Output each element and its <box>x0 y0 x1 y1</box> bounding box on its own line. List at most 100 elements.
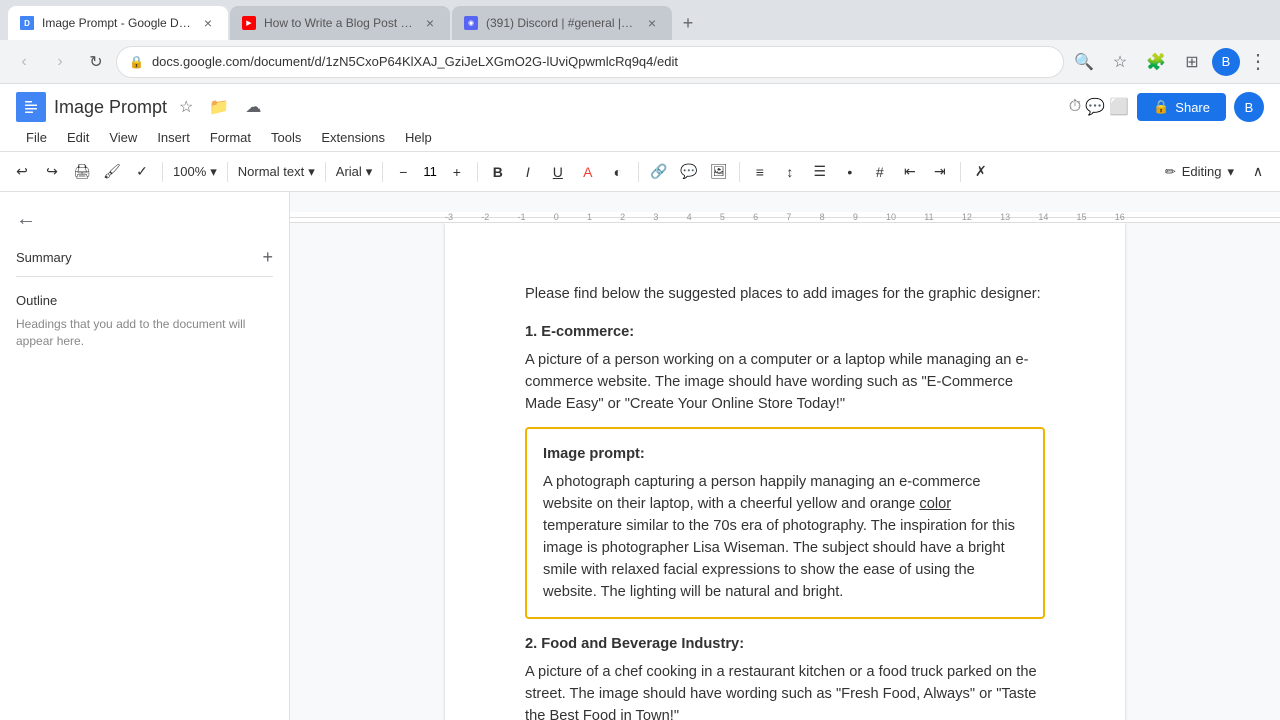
tab-bar: D Image Prompt - Google Docs × ▶ How to … <box>0 0 1280 40</box>
decrease-font-button[interactable]: − <box>389 158 417 186</box>
nav-bar: ‹ › ↻ 🔒 docs.google.com/document/d/1zN5C… <box>0 40 1280 84</box>
user-avatar[interactable]: B <box>1212 48 1240 76</box>
tab-close-docs[interactable]: × <box>200 15 216 31</box>
comment-button[interactable]: 💬 <box>675 158 703 186</box>
docs-user-avatar[interactable]: B <box>1234 92 1264 122</box>
linespacing-button[interactable]: ↕ <box>776 158 804 186</box>
menu-insert[interactable]: Insert <box>147 126 200 149</box>
zoom-chevron: ▾ <box>210 164 217 180</box>
editing-badge: ✏ Editing ▾ <box>1157 164 1242 180</box>
refresh-button[interactable]: ↻ <box>80 46 112 78</box>
sidebar-outline-section: Outline Headings that you add to the doc… <box>16 293 273 350</box>
extension-icon[interactable]: 🧩 <box>1140 46 1172 78</box>
font-select[interactable]: Arial ▾ <box>332 158 377 186</box>
sidebar-back-button[interactable]: ← <box>16 208 273 231</box>
main-area: ← Summary + Outline Headings that you ad… <box>0 192 1280 720</box>
document-content: Please find below the suggested places t… <box>525 283 1045 720</box>
bookmark-icon[interactable]: ☆ <box>1104 46 1136 78</box>
docs-app-icon <box>16 92 46 122</box>
bold-button[interactable]: B <box>484 158 512 186</box>
ruler: -3-2-1012345678910111213141516 <box>290 212 1280 223</box>
align-button[interactable]: ≡ <box>746 158 774 186</box>
link-button[interactable]: 🔗 <box>645 158 673 186</box>
grid-icon[interactable]: ⊞ <box>1176 46 1208 78</box>
numbered-list-button[interactable]: # <box>866 158 894 186</box>
lock-icon: 🔒 <box>129 55 144 69</box>
sidebar-divider <box>16 276 273 277</box>
separator-4 <box>382 162 383 182</box>
comment-icon[interactable]: 💬 <box>1085 97 1105 117</box>
move-icon[interactable]: 📁 <box>205 93 233 121</box>
redo-button[interactable]: ↪ <box>38 158 66 186</box>
document-area: -3-2-1012345678910111213141516 Please fi… <box>290 192 1280 720</box>
docs-title-row: Image Prompt ☆ 📁 ☁ ⏱ 💬 ⬜ 🔒 Share B <box>16 92 1264 122</box>
tab-discord[interactable]: ◉ (391) Discord | #general | BW × <box>452 6 672 40</box>
docs-menu: File Edit View Insert Format Tools Exten… <box>16 126 1264 149</box>
menu-tools[interactable]: Tools <box>261 126 311 149</box>
style-select[interactable]: Normal text ▾ <box>234 158 319 186</box>
separator-8 <box>960 162 961 182</box>
editing-chevron: ▾ <box>1227 164 1234 180</box>
indent-button[interactable]: ⇥ <box>926 158 954 186</box>
history-icon[interactable]: ⏱ <box>1069 98 1081 116</box>
section-1-header: 1. E-commerce: <box>525 321 1045 343</box>
increase-font-button[interactable]: + <box>443 158 471 186</box>
undo-button[interactable]: ↩ <box>8 158 36 186</box>
text-color-button[interactable]: A <box>574 158 602 186</box>
outdent-button[interactable]: ⇤ <box>896 158 924 186</box>
search-icon[interactable]: 🔍 <box>1068 46 1100 78</box>
docs-favicon: D <box>20 16 34 30</box>
menu-file[interactable]: File <box>16 126 57 149</box>
image-prompt-box-1: Image prompt: A photograph capturing a p… <box>525 427 1045 619</box>
format-toolbar: ↩ ↪ 🖨 🖌 ✓ 100% ▾ Normal text ▾ Arial ▾ −… <box>0 152 1280 192</box>
tab-youtube[interactable]: ▶ How to Write a Blog Post Using... × <box>230 6 450 40</box>
browser-menu-button[interactable]: ⋮ <box>1244 45 1272 78</box>
zoom-label: 100% <box>173 164 206 179</box>
summary-label: Summary <box>16 250 72 265</box>
print-button[interactable]: 🖨 <box>68 158 96 186</box>
zoom-select[interactable]: 100% ▾ <box>169 158 221 186</box>
tab-google-docs[interactable]: D Image Prompt - Google Docs × <box>8 6 228 40</box>
collapse-toolbar-button[interactable]: ∧ <box>1244 158 1272 186</box>
star-icon[interactable]: ☆ <box>175 93 197 121</box>
sidebar-summary-section: Summary + <box>16 247 273 277</box>
image-button[interactable]: 🖼 <box>705 158 733 186</box>
menu-format[interactable]: Format <box>200 126 261 149</box>
bullet-list-button[interactable]: • <box>836 158 864 186</box>
pencil-icon: ✏ <box>1165 164 1176 180</box>
style-label: Normal text <box>238 164 304 179</box>
highlight-button[interactable]: ◐ <box>604 158 632 186</box>
font-chevron: ▾ <box>366 164 373 180</box>
outline-hint: Headings that you add to the document wi… <box>16 316 273 350</box>
italic-button[interactable]: I <box>514 158 542 186</box>
tab-title-youtube: How to Write a Blog Post Using... <box>264 16 414 30</box>
cloud-icon[interactable]: ☁ <box>241 93 265 121</box>
doc-intro: Please find below the suggested places t… <box>525 283 1045 305</box>
sidebar-add-button[interactable]: + <box>262 247 273 268</box>
clear-format-button[interactable]: ✗ <box>967 158 995 186</box>
menu-edit[interactable]: Edit <box>57 126 99 149</box>
menu-extensions[interactable]: Extensions <box>311 126 395 149</box>
tab-close-youtube[interactable]: × <box>422 15 438 31</box>
docs-header: Image Prompt ☆ 📁 ☁ ⏱ 💬 ⬜ 🔒 Share B File … <box>0 84 1280 152</box>
spellcheck-button[interactable]: ✓ <box>128 158 156 186</box>
section-1-description: A picture of a person working on a compu… <box>525 349 1045 415</box>
menu-view[interactable]: View <box>99 126 147 149</box>
back-button[interactable]: ‹ <box>8 46 40 78</box>
new-tab-button[interactable]: + <box>674 9 702 37</box>
present-icon[interactable]: ⬜ <box>1109 97 1129 117</box>
checklist-button[interactable]: ☰ <box>806 158 834 186</box>
share-button[interactable]: 🔒 Share <box>1137 93 1226 121</box>
tab-close-discord[interactable]: × <box>644 15 660 31</box>
underline-button[interactable]: U <box>544 158 572 186</box>
forward-button[interactable]: › <box>44 46 76 78</box>
paintformat-button[interactable]: 🖌 <box>98 158 126 186</box>
menu-help[interactable]: Help <box>395 126 442 149</box>
separator-1 <box>162 162 163 182</box>
style-chevron: ▾ <box>308 164 315 180</box>
discord-favicon: ◉ <box>464 16 478 30</box>
sidebar-summary-title: Summary + <box>16 247 273 268</box>
address-bar[interactable]: 🔒 docs.google.com/document/d/1zN5CxoP64K… <box>116 46 1064 78</box>
youtube-favicon: ▶ <box>242 16 256 30</box>
separator-6 <box>638 162 639 182</box>
